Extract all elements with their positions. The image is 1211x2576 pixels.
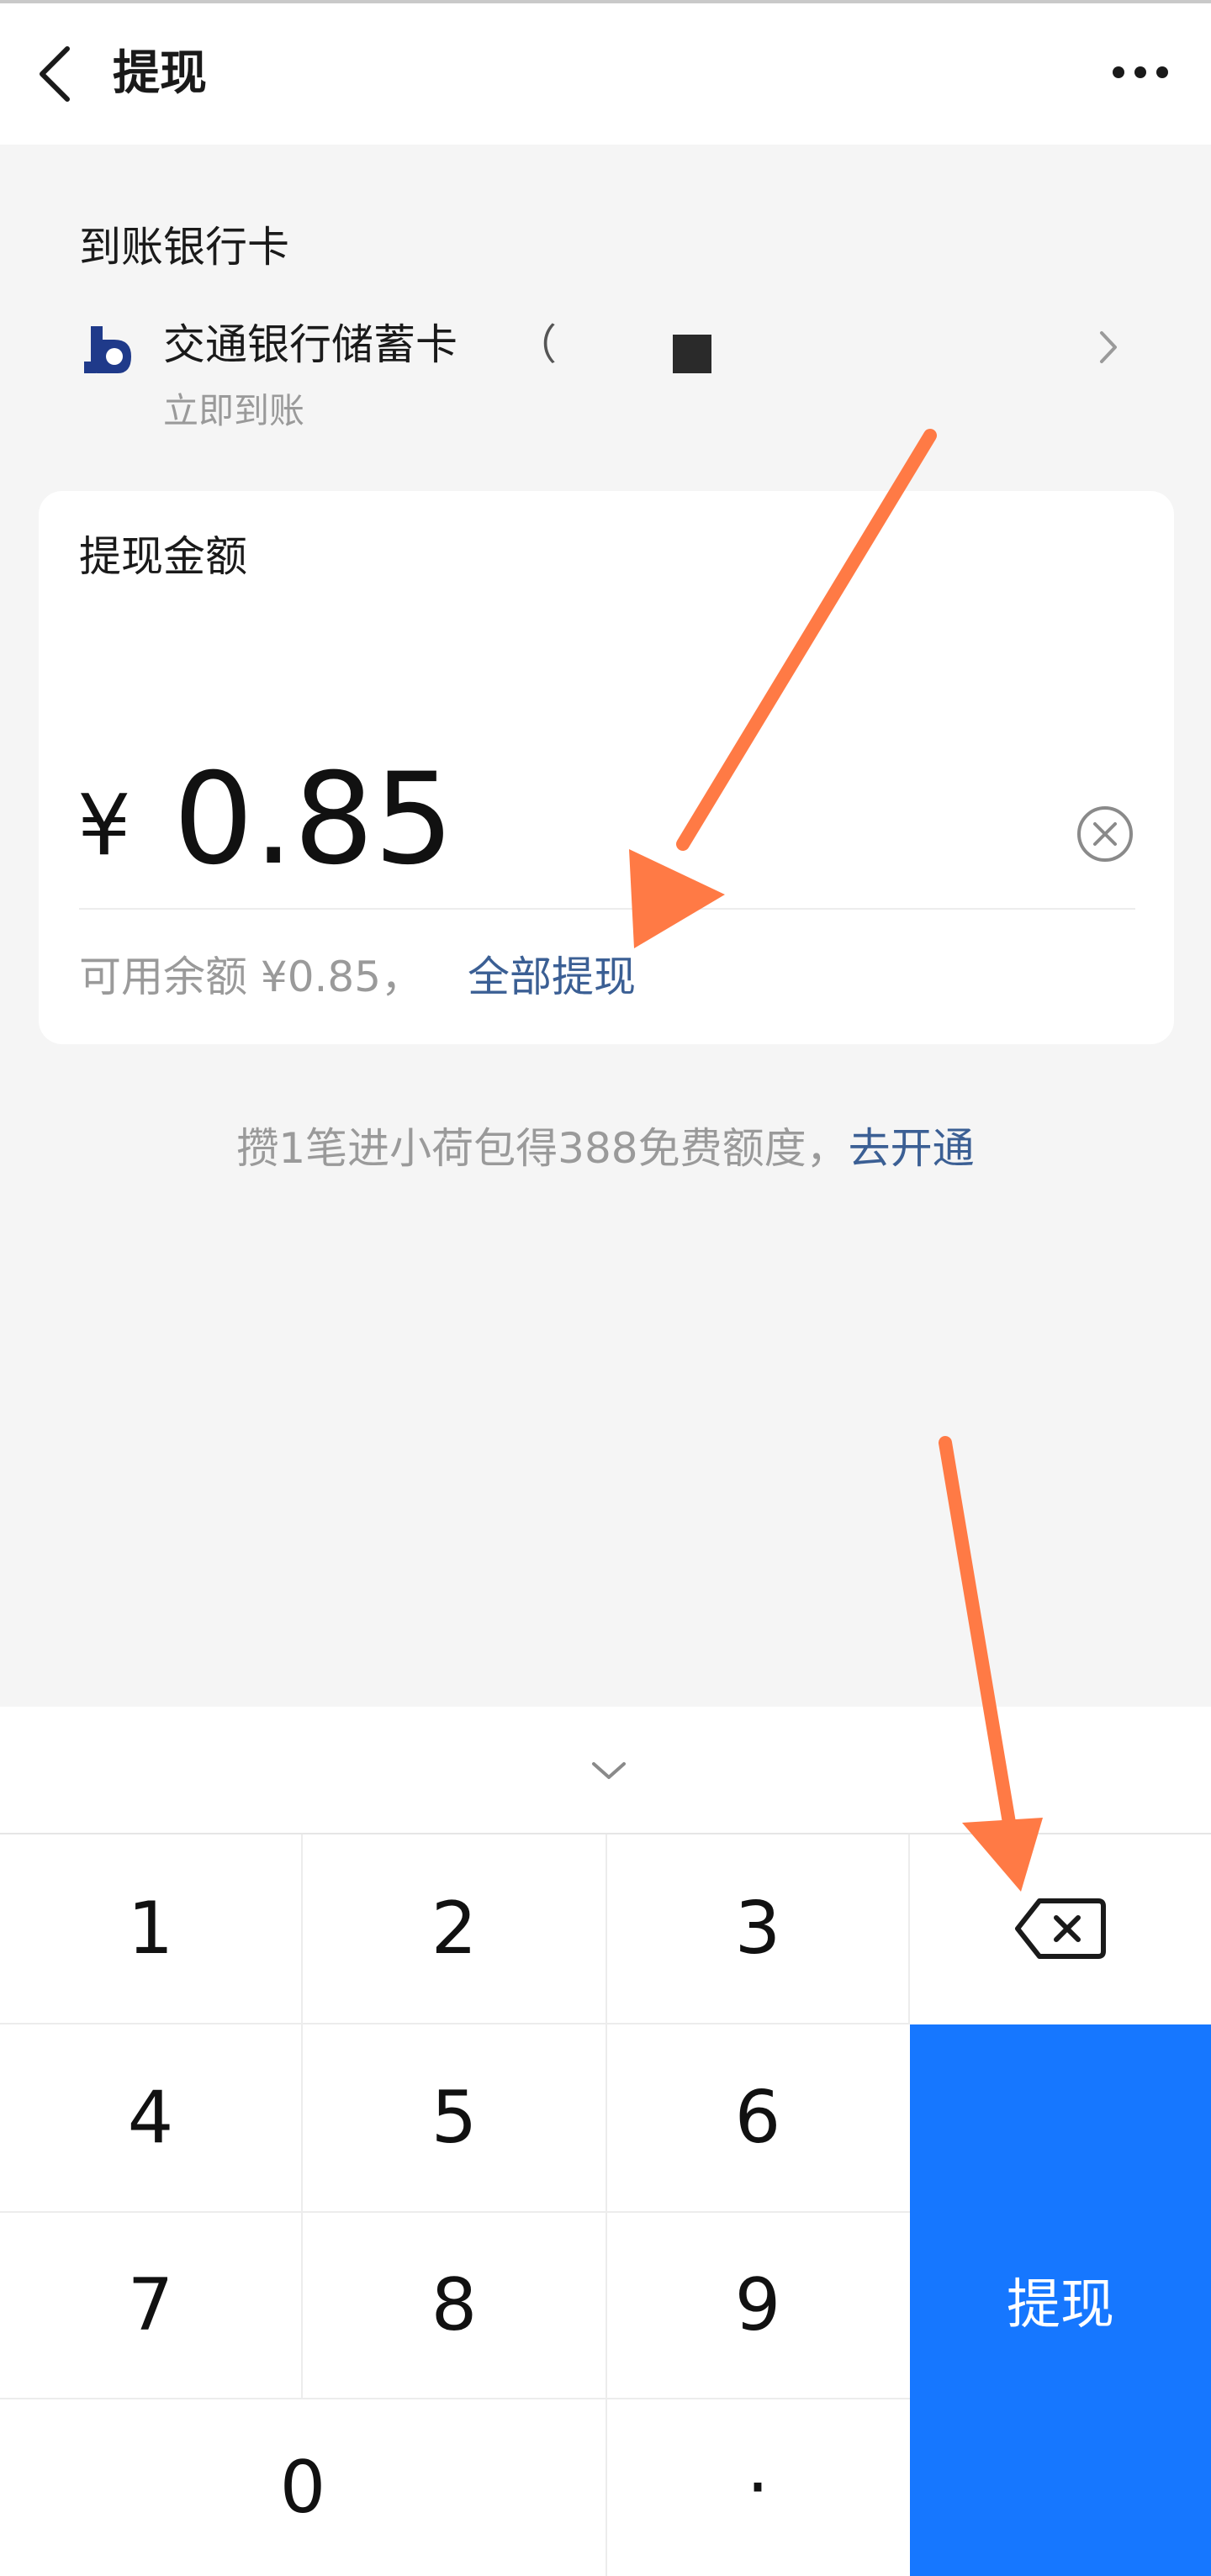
amount-divider	[79, 908, 1135, 910]
key-7[interactable]: 7	[0, 2213, 301, 2398]
key-3[interactable]: 3	[607, 1834, 908, 2023]
key-1[interactable]: 1	[0, 1834, 301, 2023]
withdraw-all-link[interactable]: 全部提现	[468, 947, 636, 1007]
promo-banner: 攒1笔进小荷包得388免费额度，去开通	[0, 1118, 1211, 1179]
collapse-keyboard-icon[interactable]	[589, 1757, 629, 1782]
bank-card-suffix: （	[515, 320, 557, 369]
redaction-block	[673, 335, 711, 373]
key-divider	[0, 2211, 910, 2213]
chevron-right-icon[interactable]	[1092, 326, 1125, 368]
key-9[interactable]: 9	[607, 2213, 908, 2398]
promo-open-link[interactable]: 去开通	[849, 1124, 975, 1173]
bank-section-label: 到账银行卡	[79, 223, 289, 272]
key-divider	[0, 2398, 910, 2399]
back-icon[interactable]	[30, 37, 81, 111]
key-divider	[0, 2023, 910, 2024]
currency-symbol: ¥	[77, 776, 131, 874]
key-6[interactable]: 6	[607, 2024, 908, 2211]
key-4[interactable]: 4	[0, 2024, 301, 2211]
page-title: 提现	[113, 46, 207, 101]
more-icon[interactable]	[1110, 54, 1171, 91]
key-0[interactable]: 0	[0, 2399, 606, 2576]
amount-input[interactable]: 0.85	[173, 748, 454, 891]
key-2[interactable]: 2	[303, 1834, 606, 2023]
key-divider	[606, 1834, 607, 2576]
key-dot[interactable]: ·	[607, 2399, 908, 2576]
key-divider	[908, 1834, 910, 2024]
clear-icon[interactable]	[1075, 804, 1135, 864]
backspace-key[interactable]	[910, 1834, 1211, 2023]
promo-text: 攒1笔进小荷包得388免费额度，	[236, 1124, 849, 1173]
key-8[interactable]: 8	[303, 2213, 606, 2398]
bank-name: 交通银行储蓄卡	[163, 320, 457, 369]
withdraw-submit-button[interactable]: 提现	[910, 2024, 1211, 2576]
amount-label: 提现金额	[79, 532, 247, 581]
bank-logo-icon	[84, 326, 131, 373]
available-balance: 可用余额 ¥0.85，	[79, 953, 424, 1001]
key-5[interactable]: 5	[303, 2024, 606, 2211]
key-divider	[301, 1834, 303, 2398]
backspace-icon	[1015, 1898, 1106, 1959]
arrival-time: 立即到账	[163, 390, 305, 431]
